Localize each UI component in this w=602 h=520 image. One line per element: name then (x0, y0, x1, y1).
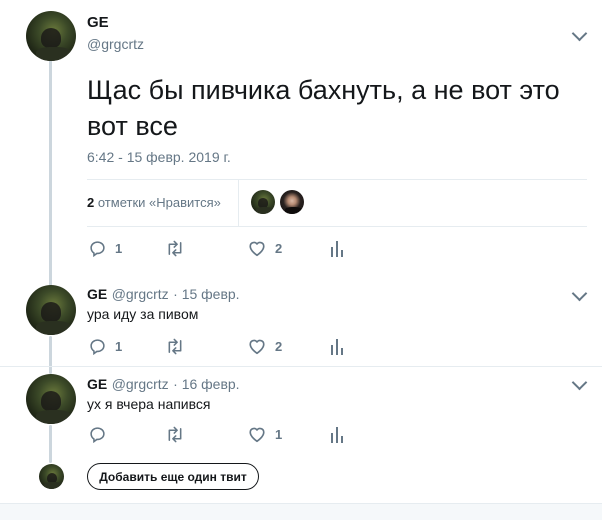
reply-text: ура иду за пивом (87, 306, 199, 322)
author-name[interactable]: GE (87, 14, 109, 31)
chevron-down-icon[interactable] (571, 285, 588, 302)
retweet-icon (165, 338, 185, 355)
reply-icon (89, 426, 106, 443)
heart-icon (248, 240, 266, 257)
reply-icon (89, 338, 106, 355)
divider (0, 366, 602, 367)
reply-count: 1 (115, 339, 123, 354)
analytics-action[interactable] (331, 240, 345, 257)
tweet-timestamp[interactable]: 6:42 - 15 февр. 2019 г. (87, 149, 231, 165)
reply-header: GE @grgcrtz · 15 февр. (87, 286, 240, 304)
likes-label: отметки «Нравится» (97, 195, 221, 210)
likes-separator (238, 180, 239, 226)
retweet-icon (165, 426, 185, 443)
reply-action[interactable] (89, 426, 115, 443)
analytics-action[interactable] (331, 426, 345, 443)
like-action[interactable]: 2 (248, 338, 282, 355)
reply-header: GE @grgcrtz · 16 февр. (87, 376, 240, 394)
reply-icon (89, 240, 106, 257)
like-count: 2 (275, 241, 283, 256)
reply-date[interactable]: · 16 февр. (173, 376, 239, 392)
chevron-down-icon[interactable] (571, 374, 588, 391)
chevron-down-icon[interactable] (571, 25, 588, 42)
divider (87, 179, 587, 180)
retweet-action[interactable] (165, 240, 194, 257)
analytics-icon (331, 426, 345, 443)
avatar[interactable] (26, 285, 76, 335)
thread-line (49, 60, 52, 286)
avatar[interactable] (26, 374, 76, 424)
heart-icon (248, 338, 266, 355)
retweet-icon (165, 240, 185, 257)
retweet-action[interactable] (165, 338, 194, 355)
like-count: 1 (275, 427, 283, 442)
retweet-action[interactable] (165, 426, 194, 443)
author-handle[interactable]: @grgcrtz (87, 36, 144, 52)
reply-text: ух я вчера напився (87, 396, 211, 412)
reply-action[interactable]: 1 (89, 338, 122, 355)
avatar[interactable] (26, 11, 76, 61)
like-action[interactable]: 2 (248, 240, 282, 257)
analytics-icon (331, 240, 345, 257)
thread-line (49, 336, 52, 374)
liker-avatar[interactable] (280, 190, 304, 214)
author-name[interactable]: GE (87, 376, 107, 392)
reply-date[interactable]: · 15 февр. (173, 286, 239, 302)
liker-avatar[interactable] (251, 190, 275, 214)
author-handle[interactable]: @grgcrtz (112, 376, 169, 392)
likes-summary[interactable]: 2 отметки «Нравится» (87, 195, 221, 210)
add-tweet-button[interactable]: Добавить еще один твит (87, 463, 259, 490)
likes-count: 2 (87, 195, 95, 210)
reply-action[interactable]: 1 (89, 240, 122, 257)
analytics-icon (331, 338, 345, 355)
heart-icon (248, 426, 266, 443)
reply-count: 1 (115, 241, 123, 256)
author-handle[interactable]: @grgcrtz (112, 286, 169, 302)
analytics-action[interactable] (331, 338, 345, 355)
composer-avatar (39, 464, 64, 489)
tweet-text: Щас бы пивчика бахнуть, а не вот это вот… (87, 75, 560, 141)
thread-line (49, 425, 52, 463)
author-name[interactable]: GE (87, 286, 107, 302)
bottom-bar (0, 503, 602, 520)
divider (87, 226, 587, 227)
like-count: 2 (275, 339, 283, 354)
like-action[interactable]: 1 (248, 426, 282, 443)
